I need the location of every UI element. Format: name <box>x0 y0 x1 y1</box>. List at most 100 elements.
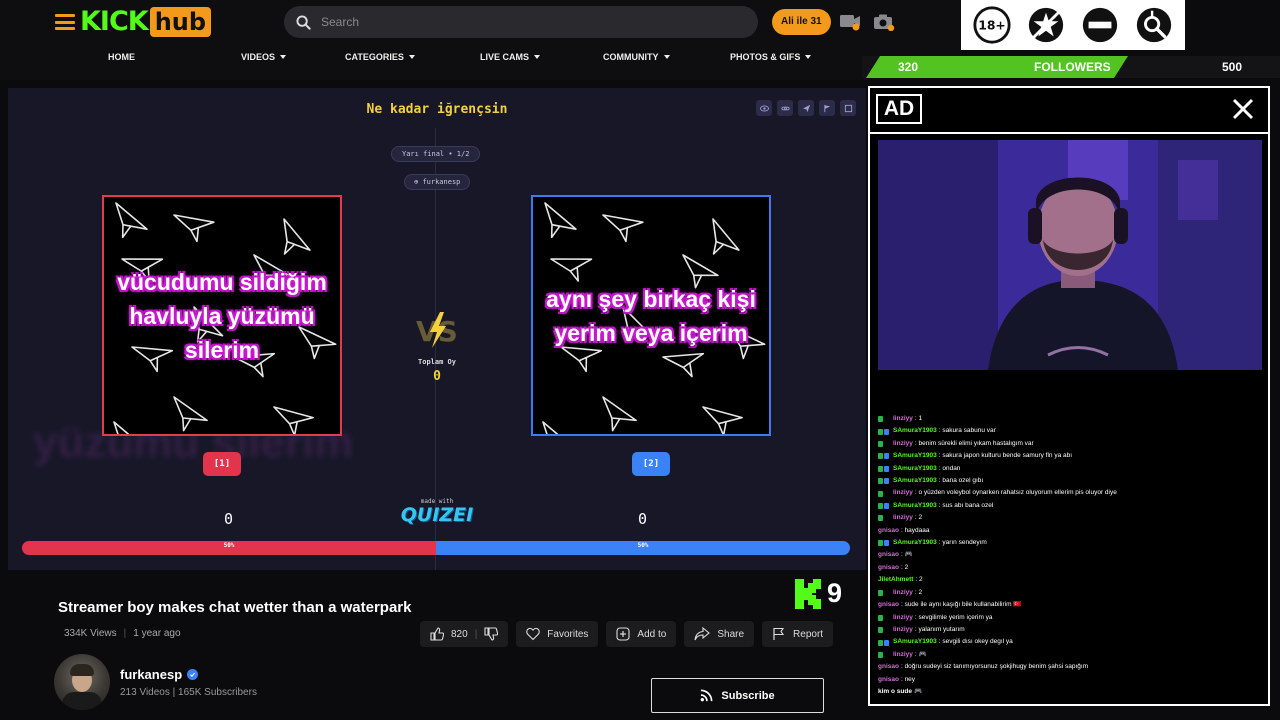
total-votes-value: 0 <box>433 369 441 384</box>
option-card-left[interactable]: vücudumu sildiğim havluyla yüzümü sileri… <box>102 195 342 436</box>
chat-text: : sevgilimle yerim içerim ya <box>914 613 993 621</box>
chat-username[interactable]: gnisao <box>878 661 899 673</box>
chat-username[interactable]: SAmuraY1903 <box>893 450 937 462</box>
chat-text: : benim sürekli elimi yıkam hastalıgım v… <box>914 439 1034 447</box>
followers-goal: 500 <box>1222 60 1243 74</box>
channel-name: furkanesp <box>120 666 183 682</box>
chat-message: linziyy : benim sürekli elimi yıkam hast… <box>878 438 1264 450</box>
stream-video-player[interactable]: yüzümü silerim Ne kadar iğrençsin Yarı f… <box>8 88 866 570</box>
chat-username[interactable]: SAmuraY1903 <box>893 425 937 437</box>
favorites-label: Favorites <box>547 628 589 640</box>
menu-icon[interactable] <box>55 14 75 30</box>
thumbs-down-icon[interactable] <box>484 627 499 641</box>
chat-username[interactable]: linziyy <box>893 624 913 636</box>
user-badge-icon <box>878 614 890 621</box>
vote-left-fill: 50% <box>22 541 436 555</box>
option-card-right[interactable]: aynı şey birkaç kişi yerim veya içerim <box>531 195 771 436</box>
kick-logo-icon <box>795 578 821 609</box>
chat-username[interactable]: gnisao <box>878 525 899 537</box>
paper-plane-icon <box>173 214 215 243</box>
video-title: Streamer boy makes chat wetter than a wa… <box>58 599 412 616</box>
search-icon[interactable] <box>296 14 311 30</box>
chat-text: : ney <box>900 675 916 683</box>
chat-username[interactable]: linziyy <box>893 512 913 524</box>
favorites-button[interactable]: Favorites <box>516 621 599 647</box>
search-bar[interactable] <box>284 6 758 38</box>
paper-plane-icon <box>602 214 644 243</box>
vote-right-button[interactable]: [2] <box>632 452 670 476</box>
round-indicator: Yarı final • 1/2 <box>391 146 481 162</box>
chat-username[interactable]: linziyy <box>893 612 913 624</box>
thumbs-up-icon[interactable] <box>430 627 444 641</box>
video-meta: 334K Views | 1 year ago <box>64 628 181 639</box>
chat-username[interactable]: linziyy <box>893 587 913 599</box>
chat-username[interactable]: gnisao <box>878 549 899 561</box>
chat-username[interactable]: SAmuraY1903 <box>893 500 937 512</box>
chat-username[interactable]: linziyy <box>893 649 913 661</box>
nav-photos-gifs[interactable]: PHOTOS & GIFS <box>730 52 812 62</box>
chat-username[interactable]: SAmuraY1903 <box>893 463 937 475</box>
chat-username[interactable]: SAmuraY1903 <box>893 537 937 549</box>
link-icon[interactable] <box>777 100 793 116</box>
kick-count-badge: 9 <box>795 578 842 609</box>
camera-icon[interactable] <box>873 13 895 31</box>
flag-icon <box>773 627 785 640</box>
chat-username[interactable]: kim o sude <box>878 686 912 698</box>
chat-message: SAmuraY1903 : sakura sabunu var <box>878 425 1264 437</box>
chat-username[interactable]: linziyy <box>893 487 913 499</box>
site-logo[interactable]: KICK hub <box>80 6 212 38</box>
chat-username[interactable]: linziyy <box>893 438 913 450</box>
crossed-spray-icon <box>1025 4 1067 46</box>
nav-home[interactable]: HOME <box>108 52 135 62</box>
channel-avatar[interactable] <box>54 654 110 710</box>
chat-username[interactable]: gnisao <box>878 599 899 611</box>
chat-text: : sus abı bana ozel <box>938 501 994 509</box>
share-arrow-icon <box>694 627 711 641</box>
user-badge-icon <box>878 478 890 485</box>
like-dislike-group[interactable]: 820 | <box>420 621 509 647</box>
search-input[interactable] <box>321 15 721 29</box>
nav-live-cams[interactable]: LIVE CAMS <box>480 52 541 62</box>
share-button[interactable]: Share <box>684 621 755 647</box>
video-upload-icon[interactable] <box>839 13 861 31</box>
channel-stats: 213 Videos | 165K Subscribers <box>120 686 257 698</box>
nav-videos[interactable]: VIDEOS <box>241 52 287 62</box>
right-percent: 50% <box>637 542 649 549</box>
user-badge-icon <box>878 503 890 510</box>
vote-left-button[interactable]: [1] <box>203 452 241 476</box>
fullscreen-icon[interactable] <box>840 100 856 116</box>
chat-username[interactable]: SAmuraY1903 <box>893 475 937 487</box>
channel-name-row[interactable]: furkanesp <box>120 667 257 682</box>
nav-community[interactable]: COMMUNITY <box>603 52 670 62</box>
logo-hub-text: hub <box>149 7 212 37</box>
user-menu-button[interactable]: Ali ile 31 <box>772 9 831 35</box>
chat-username[interactable]: linziyy <box>893 413 913 425</box>
report-button[interactable]: Report <box>762 621 834 647</box>
chat-text: : 2 <box>914 514 923 522</box>
chat-text: : 🎮 <box>914 650 927 658</box>
quiz-author[interactable]: ⊕ furkanesp <box>404 174 471 190</box>
flag-icon[interactable] <box>819 100 835 116</box>
nav-categories[interactable]: CATEGORIES <box>345 52 415 62</box>
chat-text: : o yüzden voleybol oynarken rahatsız ol… <box>914 489 1117 497</box>
chat-text: : doğru sudeyi siz tanımıyorsunuz şokjih… <box>900 663 1089 671</box>
chat-username[interactable]: gnisao <box>878 562 899 574</box>
gender-search-icon <box>1133 4 1175 46</box>
user-badge-icon <box>878 651 890 658</box>
add-to-button[interactable]: Add to <box>606 621 677 647</box>
chat-message: SAmuraY1903 : bana ozel gıbı <box>878 475 1264 487</box>
subscribe-button[interactable]: Subscribe <box>651 678 824 713</box>
chat-list[interactable]: linziyy : 1 SAmuraY1903 : sakura sabunu v… <box>878 413 1264 699</box>
chat-username[interactable]: gnisao <box>878 674 899 686</box>
send-icon[interactable] <box>798 100 814 116</box>
chat-username[interactable]: JiletAhmett <box>878 574 913 586</box>
paper-plane-icon <box>702 406 743 434</box>
close-icon[interactable] <box>1230 96 1256 122</box>
heart-icon <box>526 627 541 641</box>
divider: | <box>474 628 478 640</box>
paper-plane-icon <box>113 421 146 434</box>
quizei-logo: QUIZEI <box>400 504 474 526</box>
paper-plane-icon <box>542 421 575 434</box>
chat-username[interactable]: SAmuraY1903 <box>893 636 937 648</box>
eye-icon[interactable] <box>756 100 772 116</box>
